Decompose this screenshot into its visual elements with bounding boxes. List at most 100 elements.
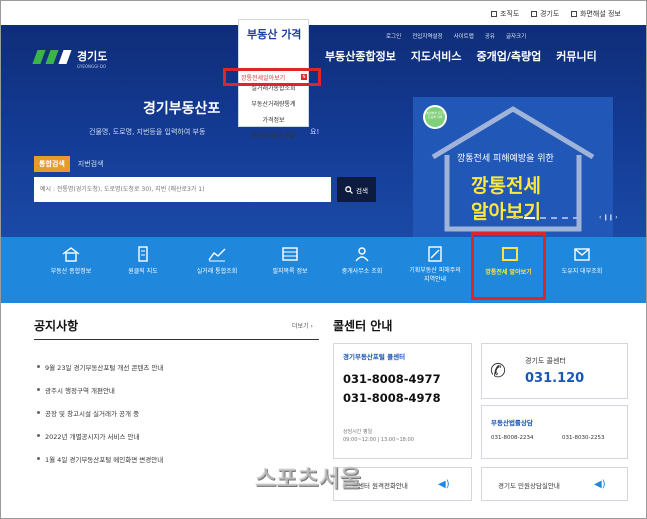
quick-realestate-info[interactable]: 부동산 종합정보: [37, 246, 105, 275]
graph-icon: [208, 248, 226, 262]
gg-callcenter-box: ✆ 경기도 콜센터 031.120: [481, 343, 628, 399]
org-chart-link[interactable]: 조직도: [491, 9, 519, 19]
nav-community[interactable]: 커뮤니티: [556, 48, 596, 64]
banner-title-2: 알아보기: [471, 201, 541, 223]
quick-planned-warning[interactable]: 기획부동산 피해주의 지역안내: [401, 246, 469, 284]
pager-dot[interactable]: [540, 217, 546, 219]
notice-more-label: 더보기: [292, 323, 309, 330]
search-button-label: 검색: [356, 186, 368, 195]
speaker-icon: ◀): [438, 479, 450, 490]
map-building-icon: [138, 246, 148, 262]
share-link[interactable]: 공유: [485, 32, 495, 40]
quick-kkangtong-highlight[interactable]: 깡통전세 알아보기: [471, 232, 546, 300]
quick-kkangtong-label: 깡통전세 알아보기: [485, 269, 532, 276]
civil-consult-label: 경기도 민원상담실안내: [498, 482, 560, 490]
pager-dot[interactable]: [513, 217, 519, 219]
new-badge: N: [301, 74, 307, 80]
pager-dot-active[interactable]: [524, 217, 535, 219]
law-consult-title: 부동산법률상담: [491, 419, 533, 427]
notice-item[interactable]: 1월 4일 경기부동산포털 메인화면 변경안내: [36, 454, 163, 464]
gyeonggi-icon: [531, 11, 537, 17]
quick-oneclick-map[interactable]: 원클릭 지도: [109, 246, 177, 275]
law-consult-box: 부동산법률상담 031-8008-2234 031-8030-2253: [481, 405, 628, 459]
logo-text: 경기도: [77, 50, 108, 63]
quick-broker-search[interactable]: 중개사무소 조회: [328, 246, 396, 275]
tab-lot-search[interactable]: 지번검색: [78, 159, 104, 169]
notice-item[interactable]: 9월 23일 경기부동산포털 개선 콘텐츠 안내: [36, 362, 163, 372]
quick-label: 원클릭 지도: [128, 268, 158, 275]
notice-item[interactable]: 광주시 행정구역 개편안내: [37, 385, 115, 395]
dropdown-item-price-info[interactable]: 가격정보: [239, 115, 308, 124]
nav-map-service[interactable]: 지도서비스: [411, 48, 462, 64]
pager-dot[interactable]: [562, 217, 568, 219]
hero-title: 경기부동산포: [143, 101, 221, 117]
banner-slogan: 깡통전세 피해예방을 위한: [457, 154, 554, 164]
pager-dot[interactable]: [573, 217, 579, 219]
search-tabs: 통합검색 지번검색: [34, 156, 104, 172]
nav-realestate-info[interactable]: 부동산종합정보: [325, 48, 396, 64]
portal-callcenter-title: 경기부동산포털 콜센터: [343, 353, 406, 361]
dropdown-item-trade-stats[interactable]: 부동산거래량통계: [239, 99, 308, 108]
notice-section: 공지사항 더보기 › 9월 23일 경기부동산포털 개선 콘텐츠 안내 광주시 …: [34, 317, 319, 464]
tab-integrated-search[interactable]: 통합검색: [34, 156, 70, 172]
sitemap-link[interactable]: 사이트맵: [454, 32, 474, 40]
house-icon: [62, 247, 80, 262]
law-phone-2: 031-8030-2253: [562, 435, 605, 441]
dropdown-item-unsold-apt[interactable]: 미분양아파트현황: [239, 131, 308, 140]
quick-state-land[interactable]: 도유지 대부조회: [548, 246, 616, 275]
logo-sub: GYEONGGI-DO: [77, 64, 107, 69]
logo-text-group: 경기도 GYEONGGI-DO: [77, 45, 107, 69]
gyeonggi-label: 경기도: [540, 10, 560, 18]
util-links: 로그인 전입지역설정 사이트맵 공유 글자크기: [386, 32, 526, 40]
quick-label: 중개사무소 조회: [341, 268, 383, 275]
notice-more[interactable]: 더보기 ›: [292, 321, 313, 330]
browser-frame: 조직도 경기도 화면해설 정보 경기도 GYEONGGI-DO 로그인 전입지역설…: [0, 0, 647, 519]
civil-consult-button[interactable]: 경기도 민원상담실안내 ◀): [481, 467, 628, 501]
org-chart-icon: [491, 11, 497, 17]
quick-label: 부동산 종합정보: [50, 268, 92, 275]
nav-broker-survey[interactable]: 중개업/측량업: [476, 48, 541, 64]
callcenter-section: 콜센터 안내: [333, 317, 623, 334]
screen-reader-link[interactable]: 화면해설 정보: [571, 9, 621, 19]
promo-banner[interactable]: 분양받아 둔다 조심해 피해 깡통전세 피해예방을 위한 깡통전세 알아보기: [413, 97, 613, 237]
quick-trade-search[interactable]: 실거래 통합조회: [183, 246, 251, 275]
dropdown-heading[interactable]: 부동산 가격: [247, 26, 301, 42]
quick-label: 필지목록 정보: [272, 268, 308, 275]
gg-callcenter-label: 경기도 콜센터: [525, 357, 566, 365]
quick-label: 도유지 대부조회: [561, 268, 603, 275]
warning-doc-icon: [428, 246, 442, 262]
search-input[interactable]: [34, 177, 331, 202]
portal-phone-1: 031-8008-4977: [343, 372, 441, 386]
login-link[interactable]: 로그인: [386, 32, 401, 40]
quick-label: 실거래 통합조회: [196, 268, 238, 275]
person-search-icon: [355, 247, 369, 262]
quick-parcel-list[interactable]: 필지목록 정보: [256, 246, 324, 275]
speaker-icon: ◀): [594, 479, 606, 490]
law-phone-1: 031-8008-2234: [491, 435, 534, 441]
notice-title: 공지사항: [34, 319, 79, 333]
phone-icon: ✆: [490, 360, 506, 382]
top-utility-bar: 조직도 경기도 화면해설 정보: [1, 1, 646, 25]
grid-list-icon: [282, 247, 298, 261]
hero-section: 경기도 GYEONGGI-DO 로그인 전입지역설정 사이트맵 공유 글자크기 부…: [1, 25, 646, 237]
hero-subtitle-tail: 요!: [310, 128, 320, 136]
notice-item[interactable]: 2022년 개별공시지가 서비스 안내: [37, 431, 140, 441]
site-logo[interactable]: 경기도 GYEONGGI-DO: [32, 45, 107, 69]
gyeonggi-link[interactable]: 경기도: [531, 9, 559, 19]
notice-divider: [34, 339, 319, 340]
logo-mark-icon: [58, 50, 72, 64]
banner-controls[interactable]: ‹ ❙❙ ›: [599, 214, 618, 221]
search-button[interactable]: 검색: [337, 177, 376, 202]
portal-phone-2: 031-8008-4978: [343, 391, 441, 405]
callcenter-title: 콜센터 안내: [333, 319, 393, 333]
banner-badge: 분양받아 둔다 조심해 피해: [426, 111, 444, 119]
dropdown-item-kkangtong-highlight[interactable]: 깡통전세알아보기 N: [223, 68, 321, 86]
search-icon: [345, 185, 353, 194]
region-setting-link[interactable]: 전입지역설정: [412, 32, 442, 40]
gg-callcenter-number: 031.120: [525, 371, 585, 386]
screen-reader-label: 화면해설 정보: [580, 10, 621, 18]
hours-label: 상담시간 평일: [343, 429, 373, 435]
notice-item[interactable]: 공장 및 창고시설 실거래가 공개 중: [36, 408, 139, 418]
font-size-link[interactable]: 글자크기: [506, 32, 526, 40]
pager-dot[interactable]: [551, 217, 557, 219]
